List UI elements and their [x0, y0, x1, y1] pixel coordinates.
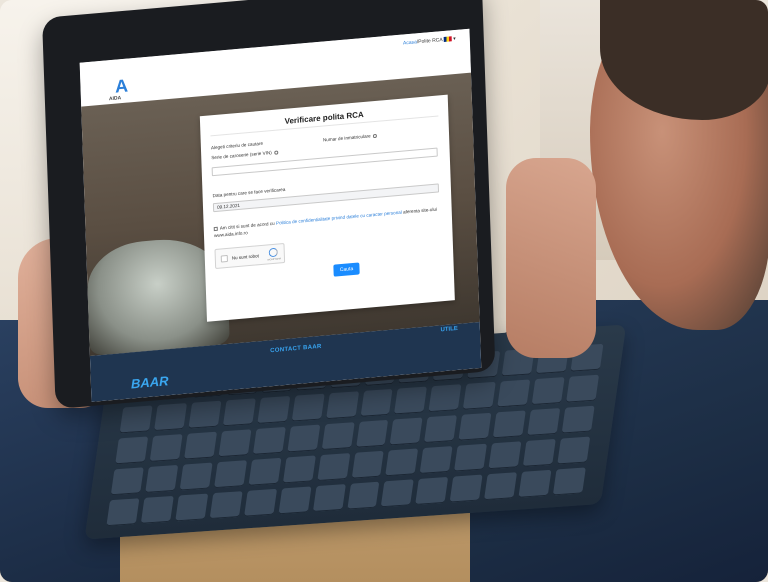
key [449, 474, 483, 503]
romanian-flag-icon[interactable] [443, 36, 452, 43]
recaptcha-widget: Nu sunt robot reCAPTCHA [214, 242, 286, 270]
key [183, 431, 217, 460]
key [552, 467, 586, 496]
key [463, 381, 497, 410]
footer-utile-link[interactable]: UTILE [440, 326, 458, 333]
recaptcha-checkbox[interactable] [220, 254, 228, 263]
consent-checkbox[interactable] [213, 226, 218, 231]
tablet-screen: A AIDA Acasa/Polite RCA ▾ Verificare pol… [79, 28, 482, 402]
key [175, 493, 209, 522]
nav-breadcrumb: Acasa/Polite RCA ▾ [403, 36, 456, 47]
key [389, 417, 423, 446]
key [316, 453, 350, 482]
recaptcha-icon [268, 247, 278, 258]
key [149, 434, 183, 462]
key [419, 446, 453, 474]
key [488, 441, 522, 470]
search-button[interactable]: Cauta [333, 262, 360, 277]
footer-contact-link[interactable]: CONTACT BAAR [270, 344, 322, 354]
option-plate-label: Numar de inmatriculare [322, 133, 371, 143]
key [282, 455, 316, 484]
key [428, 384, 462, 413]
baar-logo[interactable]: BAAR [131, 373, 169, 391]
key [119, 405, 153, 434]
key [312, 484, 346, 512]
option-vin-label: Serie de caroserie (serie VIN) [211, 150, 272, 161]
key [492, 410, 526, 439]
aida-logo-text: AIDA [108, 95, 122, 103]
option-plate[interactable]: Numar de inmatriculare [322, 133, 378, 143]
key [218, 429, 252, 458]
key [360, 388, 393, 417]
date-label: Data pentru care se face verificarea [212, 186, 286, 199]
key [381, 479, 415, 508]
person-right-hand [506, 158, 596, 358]
key [286, 424, 320, 453]
key [527, 407, 561, 436]
key [153, 403, 187, 432]
key [222, 398, 256, 427]
key [497, 379, 531, 408]
key [291, 393, 325, 422]
key [110, 467, 144, 496]
key [278, 486, 312, 515]
verification-form-card: Verificare polita RCA Alegeti criteriu d… [199, 94, 455, 322]
key [531, 377, 565, 406]
key [248, 457, 282, 486]
chevron-down-icon[interactable]: ▾ [453, 36, 456, 42]
key [243, 488, 277, 517]
key [424, 415, 458, 444]
key [351, 450, 385, 479]
key [518, 469, 552, 498]
key [458, 412, 492, 441]
key [179, 462, 213, 491]
key [415, 476, 449, 505]
vin-radio[interactable] [273, 150, 279, 155]
photo-scene: A AIDA Acasa/Polite RCA ▾ Verificare pol… [0, 0, 768, 582]
privacy-policy-link[interactable]: Politica de confidentialitate privind da… [276, 210, 402, 226]
key [566, 374, 600, 403]
key [145, 464, 179, 493]
aida-logo-icon[interactable]: A [110, 74, 133, 98]
recaptcha-label: Nu sunt robot [231, 253, 259, 261]
key [325, 391, 359, 420]
key [484, 472, 518, 501]
key [106, 498, 140, 527]
key [252, 426, 286, 455]
key [321, 422, 355, 451]
key [561, 405, 595, 434]
key [140, 495, 174, 524]
key [213, 460, 247, 489]
consent-text: Am citit si sunt de acord cu Politica de… [213, 205, 446, 239]
key [209, 491, 243, 520]
tablet-device: A AIDA Acasa/Polite RCA ▾ Verificare pol… [42, 0, 496, 410]
plate-radio[interactable] [372, 133, 378, 138]
key [522, 438, 556, 467]
key [454, 443, 488, 472]
key [385, 448, 419, 477]
key [557, 436, 591, 465]
key [188, 400, 222, 429]
consent-prefix: Am citit si sunt de acord cu [219, 220, 275, 231]
option-vin[interactable]: Serie de caroserie (serie VIN) [211, 149, 279, 161]
key [394, 386, 428, 415]
nav-link-home[interactable]: Acasa [403, 39, 417, 46]
key [346, 481, 380, 510]
key [115, 436, 149, 465]
key [256, 396, 290, 424]
criteria-label: Alegeti criteriu de cautare [210, 140, 264, 151]
key [355, 419, 389, 448]
recaptcha-brand: reCAPTCHA [267, 257, 282, 262]
nav-link-policy[interactable]: Polite RCA [418, 37, 442, 45]
